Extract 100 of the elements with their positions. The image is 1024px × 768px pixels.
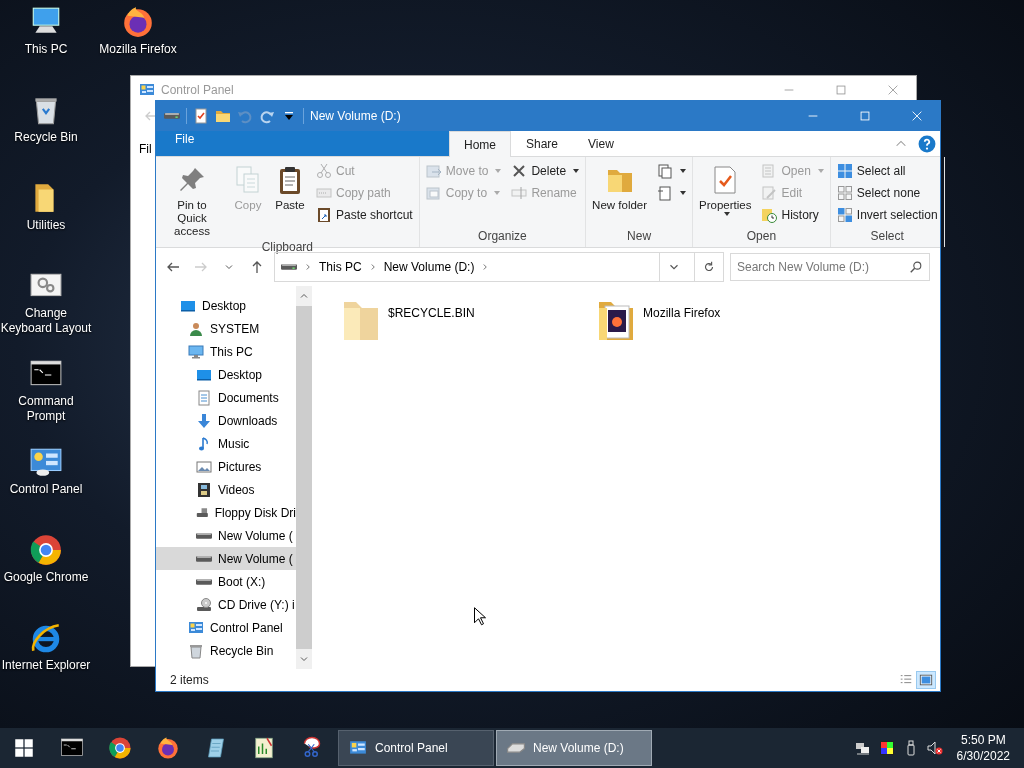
rename-icon bbox=[511, 185, 528, 201]
ribbon-tab[interactable]: Home bbox=[449, 131, 511, 157]
window-title: New Volume (D:) bbox=[310, 109, 402, 123]
nav-item[interactable]: New Volume ( bbox=[156, 547, 296, 570]
ribbon-group-label: Clipboard bbox=[260, 240, 315, 254]
address-bar[interactable]: This PC New Volume (D:) bbox=[274, 252, 724, 282]
large-icons-view-icon bbox=[919, 673, 933, 687]
windows-logo-icon[interactable] bbox=[14, 738, 34, 758]
breadcrumb[interactable]: This PC bbox=[319, 260, 362, 274]
cd-drive-icon bbox=[196, 596, 212, 613]
checklist-icon[interactable] bbox=[193, 108, 209, 124]
network-icon[interactable] bbox=[854, 740, 871, 756]
drive-icon bbox=[196, 578, 212, 585]
desktop-icon-label[interactable]: Google Chrome bbox=[0, 570, 92, 585]
scissors-icon bbox=[316, 163, 332, 179]
ribbon-button[interactable]: Invert selection bbox=[832, 204, 942, 226]
nav-item[interactable]: SYSTEM bbox=[156, 317, 296, 340]
round-logo-icon[interactable] bbox=[108, 736, 132, 760]
control-panel-icon bbox=[139, 82, 155, 98]
invert-selection-icon bbox=[836, 207, 853, 223]
ribbon-button[interactable]: Select all bbox=[832, 160, 942, 182]
ribbon-button[interactable]: History bbox=[757, 204, 828, 226]
search-icon[interactable] bbox=[909, 260, 923, 274]
ribbon-tab[interactable]: View bbox=[573, 131, 629, 156]
ribbon-button[interactable]: Select none bbox=[832, 182, 942, 204]
clock-date[interactable]: 6/30/2022 bbox=[956, 748, 1010, 764]
taskbar-button[interactable]: New Volume (D:) bbox=[496, 730, 652, 766]
clock-time[interactable]: 5:50 PM bbox=[960, 732, 1006, 748]
desktop-icon-label[interactable]: Mozilla Firefox bbox=[92, 42, 184, 57]
ribbon-button[interactable]: Paste shortcut bbox=[312, 204, 417, 226]
nav-item[interactable]: Control Panel bbox=[156, 616, 296, 639]
desktop-icon-label[interactable]: Internet Explorer bbox=[0, 658, 92, 673]
nav-item[interactable]: Music bbox=[156, 432, 296, 455]
nav-item[interactable]: This PC bbox=[156, 340, 296, 363]
ribbon-button[interactable]: Pin to Quick access bbox=[158, 160, 226, 240]
ribbon-tab[interactable]: Share bbox=[511, 131, 574, 156]
ribbon-button[interactable]: New folder bbox=[588, 160, 652, 214]
file-name: $RECYCLE.BIN bbox=[388, 305, 475, 320]
round-logo-icon[interactable] bbox=[29, 533, 63, 567]
refresh-icon[interactable] bbox=[702, 260, 716, 274]
drive-icon bbox=[507, 743, 525, 753]
nav-item[interactable]: Downloads bbox=[156, 409, 296, 432]
nav-item[interactable]: Floppy Disk Dri bbox=[156, 501, 296, 524]
recycle-bin-icon bbox=[188, 642, 204, 659]
control-panel-icon bbox=[349, 739, 367, 757]
file-name: Mozilla Firefox bbox=[643, 305, 721, 320]
desktop-icon-label[interactable]: Change Keyboard Layout bbox=[0, 306, 92, 336]
desktop-icon-label[interactable]: Recycle Bin bbox=[0, 130, 92, 145]
search-field[interactable]: Search New Volume (D:) bbox=[730, 253, 930, 281]
menu-item[interactable]: Fil bbox=[131, 132, 152, 166]
document-icon bbox=[657, 185, 674, 201]
new-item-icon bbox=[657, 163, 674, 179]
nav-item[interactable]: Desktop bbox=[156, 363, 296, 386]
cross-icon bbox=[511, 163, 528, 179]
flame-logo-icon[interactable] bbox=[121, 5, 155, 39]
ribbon-tab[interactable]: File bbox=[156, 131, 449, 156]
breadcrumb[interactable]: New Volume (D:) bbox=[383, 260, 475, 274]
user-icon bbox=[188, 320, 204, 337]
file-item[interactable]: Mozilla Firefox bbox=[595, 298, 850, 344]
color-squares-icon[interactable] bbox=[878, 740, 895, 756]
view-button[interactable] bbox=[916, 671, 936, 689]
close-icon[interactable] bbox=[910, 109, 924, 123]
taskbar-button[interactable]: Control Panel bbox=[338, 730, 494, 766]
nav-item[interactable]: Documents bbox=[156, 386, 296, 409]
ribbon-group-label: New bbox=[626, 229, 653, 245]
ribbon-button[interactable]: Properties bbox=[695, 160, 756, 218]
nav-item[interactable]: Videos bbox=[156, 478, 296, 501]
desktop-icon-label[interactable]: This PC bbox=[0, 42, 92, 57]
ribbon-button[interactable]: Paste bbox=[270, 160, 310, 214]
chart-document-icon[interactable] bbox=[252, 736, 276, 760]
scrollbar[interactable] bbox=[296, 286, 312, 669]
nav-item[interactable]: New Volume ( bbox=[156, 524, 296, 547]
help-icon[interactable] bbox=[918, 134, 936, 153]
mouse-pointer-icon bbox=[474, 607, 486, 626]
move-folder-icon bbox=[425, 163, 442, 179]
drive-icon bbox=[281, 264, 297, 270]
redo-icon[interactable] bbox=[259, 108, 275, 124]
drive-icon bbox=[196, 532, 212, 539]
ribbon-group-label: Select bbox=[869, 229, 905, 245]
speaker-muted-icon[interactable] bbox=[926, 740, 943, 756]
desktop-icon-label[interactable]: Control Panel bbox=[0, 482, 92, 497]
select-all-icon bbox=[836, 163, 853, 179]
nav-item[interactable]: CD Drive (Y:) i bbox=[156, 593, 296, 616]
desktop-icon-label[interactable]: Utilities bbox=[0, 218, 92, 233]
file-item[interactable]: $RECYCLE.BIN bbox=[340, 298, 595, 344]
nav-item[interactable]: Boot (X:) bbox=[156, 570, 296, 593]
nav-item[interactable]: Pictures bbox=[156, 455, 296, 478]
film-icon bbox=[196, 481, 212, 498]
select-none-icon bbox=[836, 185, 853, 201]
flame-logo-icon[interactable] bbox=[156, 736, 180, 760]
document-icon bbox=[196, 389, 212, 406]
download-arrow-icon bbox=[196, 412, 212, 429]
ribbon-button[interactable]: Delete bbox=[507, 160, 584, 182]
nav-item[interactable]: Recycle Bin bbox=[156, 639, 296, 662]
control-panel-icon bbox=[188, 619, 204, 636]
nav-item[interactable]: Desktop bbox=[156, 294, 296, 317]
status-text: 2 items bbox=[170, 673, 210, 687]
ribbon-group-label: Organize bbox=[477, 229, 528, 245]
desktop-icon-label[interactable]: Command Prompt bbox=[0, 394, 92, 424]
window-title: Control Panel bbox=[161, 83, 235, 97]
